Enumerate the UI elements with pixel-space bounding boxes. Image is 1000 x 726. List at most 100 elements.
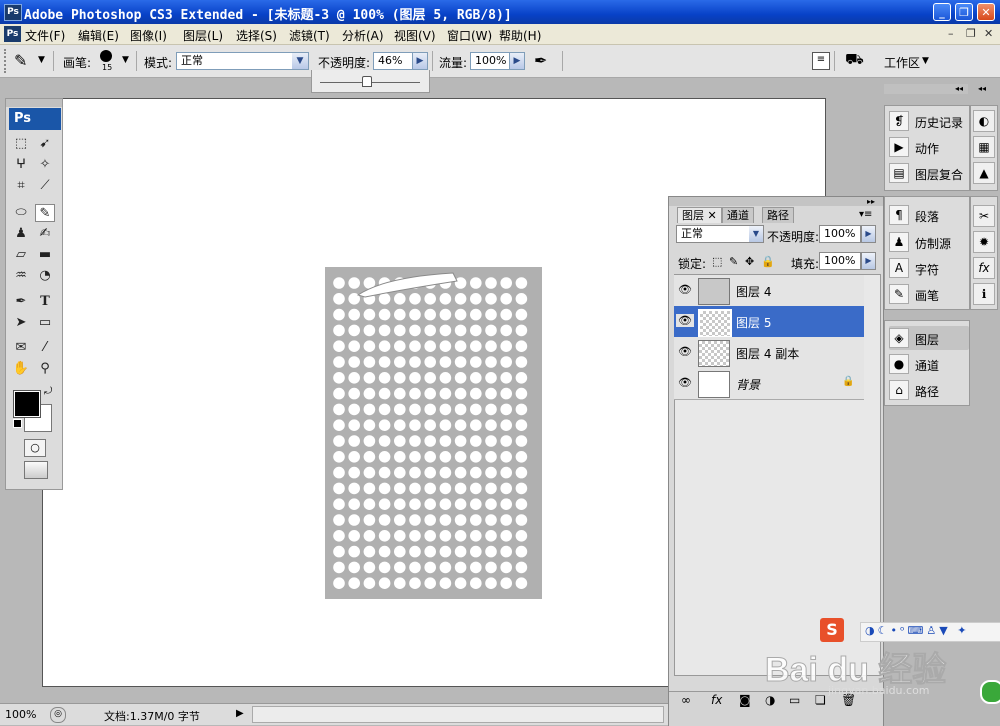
fill-slider-button[interactable]: ▶ <box>861 252 876 270</box>
gradient-tool-icon[interactable]: ▬ <box>35 246 55 264</box>
move-tool-icon[interactable]: ➹ <box>35 135 55 153</box>
workspace-dropdown-icon[interactable]: ▼ <box>922 56 929 66</box>
layer-opacity-slider-button[interactable]: ▶ <box>861 225 876 243</box>
hand-tool-icon[interactable]: ✋ <box>11 360 31 378</box>
dock-item-paths[interactable]: ⌂ 路径 <box>889 378 969 402</box>
doc-minimize-icon[interactable]: – <box>948 27 954 40</box>
tab-layers[interactable]: 图层 ✕ <box>677 207 722 223</box>
quick-mask-icon[interactable]: ○ <box>24 439 46 457</box>
dock-item-history[interactable]: ❡ 历史记录 <box>889 109 969 133</box>
path-select-tool-icon[interactable]: ➤ <box>11 314 31 332</box>
dock-item-actions[interactable]: ▶ 动作 <box>889 135 969 159</box>
eyedropper-tool-icon[interactable]: ⁄ <box>35 339 55 357</box>
chevron-down-icon[interactable]: ▼ <box>749 226 763 242</box>
tools-icon[interactable]: ✂ <box>973 205 995 227</box>
eraser-tool-icon[interactable]: ▱ <box>11 246 31 264</box>
fx-icon[interactable]: fx <box>973 257 995 279</box>
swap-colors-icon[interactable]: ⤾ <box>44 386 52 397</box>
blur-tool-icon[interactable]: ♒ <box>11 267 31 285</box>
foreground-color-swatch[interactable] <box>13 390 41 418</box>
menu-image[interactable]: 图像(I) <box>130 27 167 44</box>
layer-style-icon[interactable]: fx <box>711 693 722 707</box>
status-icon[interactable]: ◎ <box>50 707 66 723</box>
tab-paths[interactable]: 路径 <box>762 207 794 223</box>
airbrush-icon[interactable]: ✒ <box>534 51 547 70</box>
minimize-button[interactable]: _ <box>933 3 951 21</box>
bridge-icon[interactable]: ⛟ <box>845 50 864 70</box>
preset-dropdown-icon[interactable]: ▼ <box>38 55 45 65</box>
doc-restore-icon[interactable]: ❐ <box>966 27 976 40</box>
pen-tool-icon[interactable]: ✒ <box>11 293 31 311</box>
doc-close-icon[interactable]: ✕ <box>984 27 993 40</box>
history-brush-tool-icon[interactable]: ✍ <box>35 225 55 243</box>
menu-edit[interactable]: 编辑(E) <box>78 27 119 44</box>
dock-item-brushes[interactable]: ✎ 画笔 <box>889 282 969 306</box>
eye-icon[interactable]: 👁 <box>676 345 694 358</box>
flow-slider-button[interactable]: ▶ <box>509 52 525 70</box>
screen-mode-icon[interactable] <box>24 461 48 479</box>
panel-menu-icon[interactable]: ▾≡ <box>859 209 872 220</box>
color-icon[interactable]: ◐ <box>973 110 995 132</box>
palette-toggle-icon[interactable]: ≡ <box>812 52 830 70</box>
brush-dot-icon[interactable] <box>100 50 112 62</box>
add-mask-icon[interactable]: ◙ <box>739 693 751 707</box>
toolbox-header[interactable] <box>6 99 62 107</box>
workspace-button[interactable]: 工作区 <box>884 54 920 71</box>
menu-view[interactable]: 视图(V) <box>394 27 436 44</box>
menu-file[interactable]: 文件(F) <box>25 27 65 44</box>
app-icon[interactable]: Ps <box>4 4 22 21</box>
type-tool-icon[interactable]: T <box>35 293 55 311</box>
brush-tool-icon[interactable]: ✎ <box>35 204 55 222</box>
navigator-icon[interactable]: ✹ <box>973 231 995 253</box>
slider-thumb[interactable] <box>362 76 372 87</box>
dock-item-channels[interactable]: ● 通道 <box>889 352 969 376</box>
lock-pixels-icon[interactable]: ✎ <box>729 255 738 268</box>
layer-opacity-input[interactable]: 100% <box>819 225 861 243</box>
dock-expand-icon[interactable]: ◂◂ <box>978 84 986 93</box>
menu-window[interactable]: 窗口(W) <box>447 27 492 44</box>
info-icon[interactable]: ℹ <box>973 283 995 305</box>
layer-row-background[interactable]: 👁 背景 🔒 <box>674 368 864 400</box>
fill-input[interactable]: 100% <box>819 252 861 270</box>
menu-select[interactable]: 选择(S) <box>236 27 277 44</box>
tab-channels[interactable]: 通道 <box>722 207 754 223</box>
magic-wand-tool-icon[interactable]: ✧ <box>35 156 55 174</box>
dock-item-layers[interactable]: ◈ 图层 <box>889 326 969 350</box>
ime-toolbar[interactable]: ◑☾•ᵒ⌨♙▼ ✦ <box>860 622 1000 642</box>
lock-position-icon[interactable]: ✥ <box>745 255 754 268</box>
chevron-down-icon[interactable]: ▼ <box>292 53 308 69</box>
swatches-icon[interactable]: ▦ <box>973 136 995 158</box>
zoom-level[interactable]: 100% <box>5 708 36 721</box>
grip-handle[interactable] <box>4 49 10 73</box>
menu-analysis[interactable]: 分析(A) <box>342 27 384 44</box>
healing-tool-icon[interactable]: ⬭ <box>11 204 31 222</box>
shape-tool-icon[interactable]: ▭ <box>35 314 55 332</box>
mode-select[interactable]: 正常 ▼ <box>176 52 309 70</box>
dock-item-clone-source[interactable]: ♟ 仿制源 <box>889 230 969 254</box>
lock-transparency-icon[interactable]: ⬚ <box>712 255 722 268</box>
layer-row-4-copy[interactable]: 👁 图层 4 副本 <box>674 337 864 369</box>
slice-tool-icon[interactable]: ⟋ <box>35 177 55 195</box>
dock-item-paragraph[interactable]: ¶ 段落 <box>889 203 969 227</box>
eye-icon[interactable]: 👁 <box>676 376 694 389</box>
close-button[interactable]: ✕ <box>977 3 995 21</box>
notes-tool-icon[interactable]: ✉ <box>11 339 31 357</box>
ps-logo[interactable]: Ps <box>9 108 61 130</box>
opacity-slider-button[interactable]: ▶ <box>412 52 428 70</box>
brush-tool-preset-icon[interactable]: ✎ <box>14 51 27 70</box>
opacity-input[interactable]: 46% <box>373 52 413 70</box>
blend-mode-select[interactable]: 正常 ▼ <box>676 225 764 243</box>
eye-icon[interactable]: 👁 <box>676 314 694 327</box>
lasso-tool-icon[interactable]: ⵖ <box>11 156 31 174</box>
dock-item-character[interactable]: A 字符 <box>889 256 969 280</box>
dodge-tool-icon[interactable]: ◔ <box>35 267 55 285</box>
lock-all-icon[interactable]: 🔒 <box>761 255 775 268</box>
panel-collapse-icon[interactable]: ▸▸ <box>867 197 875 206</box>
horizontal-scrollbar[interactable] <box>252 706 664 723</box>
zoom-tool-icon[interactable]: ⚲ <box>35 360 55 378</box>
link-layers-icon[interactable]: ∞ <box>681 693 691 707</box>
layer-row-4[interactable]: 👁 图层 4 <box>674 275 864 307</box>
layer-row-5[interactable]: 👁 图层 5 <box>674 306 864 338</box>
styles-icon[interactable]: ▲ <box>973 162 995 184</box>
flow-input[interactable]: 100% <box>470 52 510 70</box>
